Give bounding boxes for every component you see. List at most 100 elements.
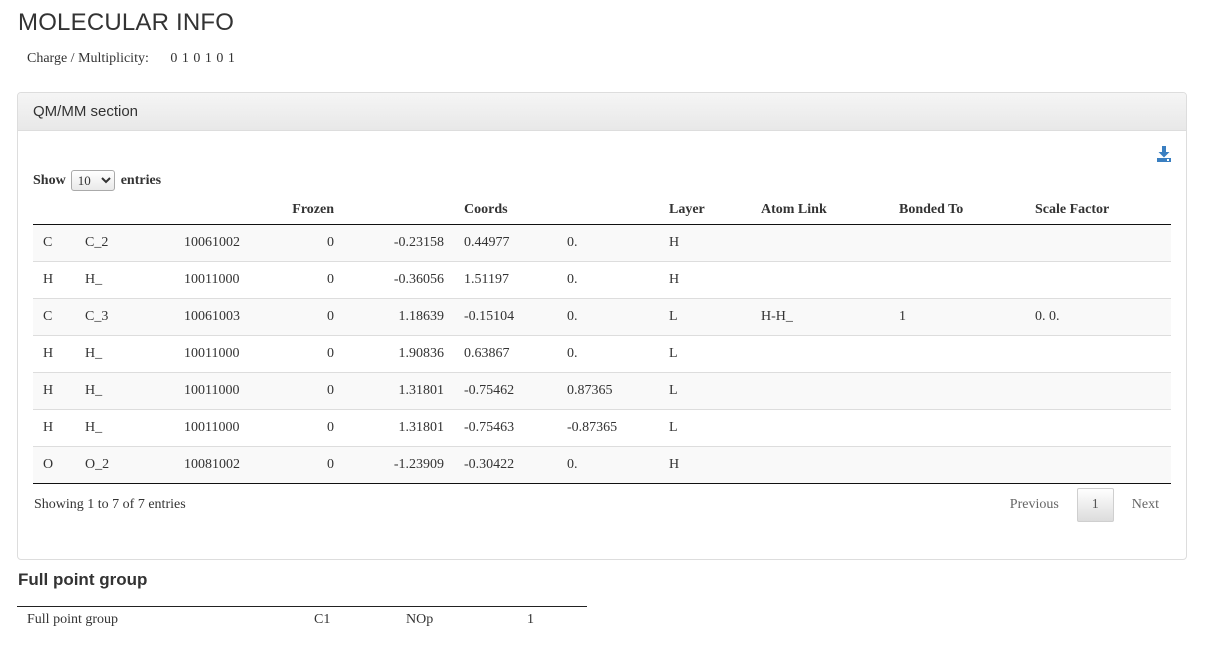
table-row: H H_ 10011000 0 1.90836 0.63867 0. L [33, 334, 1171, 372]
table-row: C C_2 10061002 0 -0.23158 0.44977 0. H [33, 224, 1171, 261]
table-cell: H-H_ [751, 297, 889, 335]
table-cell: H_ [75, 260, 174, 298]
table-cell: -0.30422 [454, 445, 557, 484]
table-cell [751, 408, 889, 446]
column-header[interactable] [75, 199, 174, 225]
table-row: H H_ 10011000 0 1.31801 -0.75462 0.87365… [33, 371, 1171, 409]
table-cell [889, 408, 1025, 446]
table-cell: H [33, 260, 75, 298]
column-header-scale-factor[interactable]: Scale Factor [1025, 199, 1171, 225]
table-cell: 0.63867 [454, 334, 557, 372]
table-cell: -0.75463 [454, 408, 557, 446]
table-cell: H [33, 371, 75, 409]
page-length-select[interactable]: 10 [70, 170, 115, 191]
table-cell [1025, 445, 1171, 484]
table-cell: 10011000 [174, 260, 274, 298]
entries-label: entries [120, 172, 162, 188]
table-cell: 10061002 [174, 224, 274, 261]
table-header-row: Frozen Coords Layer Atom Link Bonded To … [33, 199, 1171, 225]
table-cell: 0. [557, 445, 659, 484]
table-cell: O_2 [75, 445, 174, 484]
table-cell [751, 445, 889, 484]
table-cell: H [33, 334, 75, 372]
table-cell: O [33, 445, 75, 484]
table-cell: L [659, 334, 751, 372]
table-cell: 10081002 [174, 445, 274, 484]
table-cell: 1.31801 [344, 408, 454, 446]
table-cell: C [33, 224, 75, 261]
table-cell: 10011000 [174, 408, 274, 446]
table-cell: H [33, 408, 75, 446]
point-group-divider [17, 606, 587, 607]
table-cell: 1 [889, 297, 1025, 335]
table-row: H H_ 10011000 0 -0.36056 1.51197 0. H [33, 260, 1171, 298]
table-cell [751, 371, 889, 409]
table-cell [1025, 224, 1171, 261]
table-cell: 0 [274, 224, 344, 261]
table-cell: 1.18639 [344, 297, 454, 335]
table-cell: H [659, 445, 751, 484]
next-button[interactable]: Next [1120, 489, 1171, 521]
table-cell [889, 260, 1025, 298]
table-cell [1025, 408, 1171, 446]
table-cell [889, 224, 1025, 261]
table-cell [1025, 260, 1171, 298]
table-cell: C_2 [75, 224, 174, 261]
table-cell: L [659, 297, 751, 335]
table-cell: L [659, 408, 751, 446]
column-header-atom-link[interactable]: Atom Link [751, 199, 889, 225]
column-header-bonded-to[interactable]: Bonded To [889, 199, 1025, 225]
table-cell: H_ [75, 408, 174, 446]
point-group-order: 1 [527, 612, 534, 627]
table-cell: -0.87365 [557, 408, 659, 446]
table-cell: 10011000 [174, 371, 274, 409]
table-cell: 0. [557, 297, 659, 335]
table-cell: -0.75462 [454, 371, 557, 409]
table-row: H H_ 10011000 0 1.31801 -0.75463 -0.8736… [33, 408, 1171, 446]
table-cell: 1.51197 [454, 260, 557, 298]
table-cell: H [659, 260, 751, 298]
page-length-control: Show 10 entries [33, 170, 161, 191]
table-cell: 0 [274, 408, 344, 446]
table-cell: H [659, 224, 751, 261]
table-cell: 10011000 [174, 334, 274, 372]
column-header[interactable] [557, 199, 659, 225]
table-cell: -0.15104 [454, 297, 557, 335]
show-label: Show [33, 172, 66, 188]
table-row: O O_2 10081002 0 -1.23909 -0.30422 0. H [33, 445, 1171, 484]
table-cell [889, 445, 1025, 484]
charge-value: 0 1 0 1 0 1 [170, 51, 236, 66]
table-cell [889, 334, 1025, 372]
table-cell: 0 [274, 445, 344, 484]
charge-label: Charge / Multiplicity: [27, 51, 149, 66]
qmmm-panel: QM/MM section Show 10 entries Frozen Coo… [17, 92, 1187, 560]
point-group-nop: NOp [406, 612, 434, 627]
column-header-layer[interactable]: Layer [659, 199, 751, 225]
table-cell: -0.36056 [344, 260, 454, 298]
table-row: C C_3 10061003 0 1.18639 -0.15104 0. L H… [33, 297, 1171, 335]
table-cell: 0. [557, 260, 659, 298]
point-group-title: Full point group [18, 570, 148, 589]
qmmm-panel-title: QM/MM section [18, 93, 1186, 131]
download-icon[interactable] [1157, 146, 1171, 162]
previous-button[interactable]: Previous [998, 489, 1071, 521]
column-header-frozen[interactable]: Frozen [274, 199, 344, 225]
table-cell: 0. [557, 334, 659, 372]
table-cell: 0.87365 [557, 371, 659, 409]
table-cell: 1.31801 [344, 371, 454, 409]
column-header[interactable] [33, 199, 75, 225]
column-header[interactable] [344, 199, 454, 225]
table-cell: L [659, 371, 751, 409]
page-1-button[interactable]: 1 [1076, 488, 1114, 522]
table-cell [751, 334, 889, 372]
column-header-coords[interactable]: Coords [454, 199, 557, 225]
table-cell: 10061003 [174, 297, 274, 335]
table-cell: C_3 [75, 297, 174, 335]
charge-multiplicity: Charge / Multiplicity: 0 1 0 1 0 1 [27, 51, 235, 67]
table-cell: C [33, 297, 75, 335]
table-cell: 0. [557, 224, 659, 261]
point-group-value: C1 [314, 612, 331, 627]
table-cell: 0 [274, 334, 344, 372]
table-cell: 1.90836 [344, 334, 454, 372]
column-header[interactable] [174, 199, 274, 225]
